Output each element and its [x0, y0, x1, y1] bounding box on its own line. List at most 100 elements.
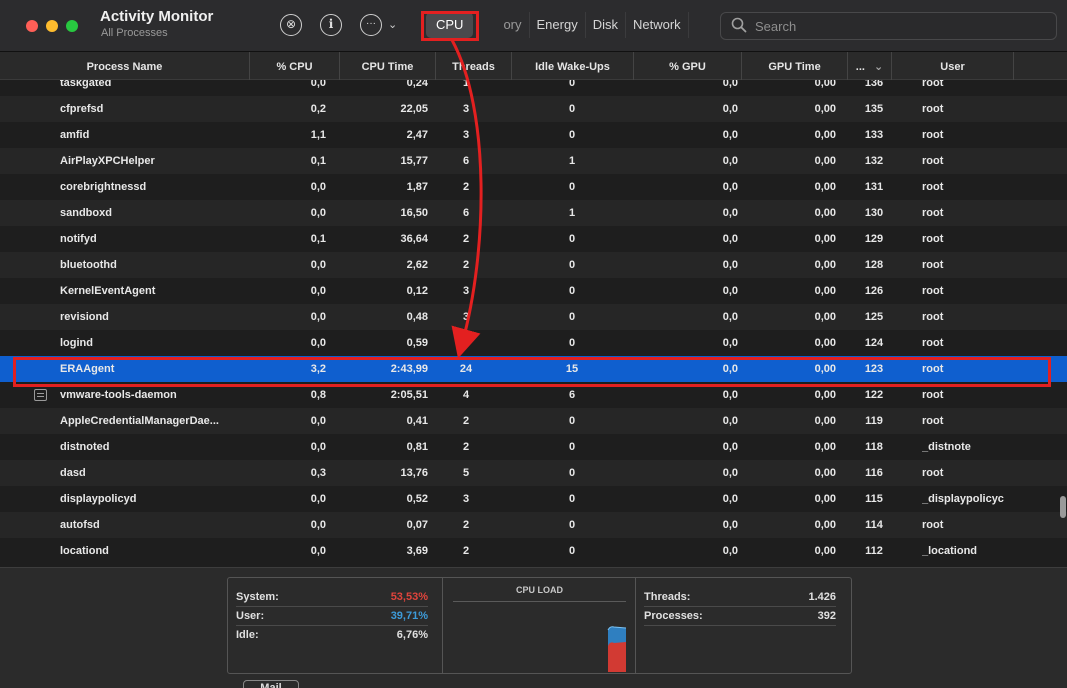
table-row[interactable]: taskgated 0,0 0,24 1 0 0,0 0,00 136 root [0, 80, 1067, 96]
process-name-cell: displaypolicyd [60, 493, 137, 505]
threads-cell: 2 [462, 233, 470, 245]
table-row[interactable]: bluetoothd 0,0 2,62 2 0 0,0 0,00 128 root [0, 252, 1067, 278]
scrollbar-thumb[interactable] [1060, 496, 1066, 518]
idle-wakeups-cell: 1 [568, 207, 576, 219]
idle-wakeups-cell: 0 [568, 129, 576, 141]
pid-cell: 125 [864, 311, 884, 323]
col-process-name[interactable]: Process Name [0, 52, 250, 80]
info-icon[interactable]: i [320, 14, 342, 36]
threads-label: Threads: [644, 591, 691, 603]
col-pid[interactable]: ... ⌄ [848, 52, 892, 80]
idle-wakeups-cell: 0 [568, 337, 576, 349]
col-cpu[interactable]: % CPU [250, 52, 340, 80]
gpu-percent-cell: 0,0 [722, 337, 738, 349]
mail-button[interactable]: Mail [243, 680, 299, 688]
col-gpu-time[interactable]: GPU Time [742, 52, 848, 80]
idle-label: Idle: [236, 629, 259, 641]
chevron-down-icon[interactable]: ⌄ [388, 14, 397, 36]
process-name-cell: notifyd [60, 233, 97, 245]
app-window-icon [34, 389, 47, 401]
process-table[interactable]: taskgated 0,0 0,24 1 0 0,0 0,00 136 root cfprefsd… [0, 80, 1067, 567]
table-row[interactable]: sandboxd 0,0 16,50 6 1 0,0 0,00 130 root [0, 200, 1067, 226]
user-cell: root [922, 519, 944, 531]
pid-cell: 124 [864, 337, 884, 349]
table-row[interactable]: logind 0,0 0,59 2 0 0,0 0,00 124 root [0, 330, 1067, 356]
cpu-percent-cell: 0,0 [310, 80, 326, 89]
search-icon [731, 17, 747, 33]
gpu-percent-cell: 0,0 [722, 129, 738, 141]
pid-cell: 133 [864, 129, 884, 141]
table-row[interactable]: KernelEventAgent 0,0 0,12 3 0 0,0 0,00 126 root [0, 278, 1067, 304]
cpu-time-cell: 3,69 [406, 545, 428, 557]
cpu-percent-cell: 0,0 [310, 545, 326, 557]
table-row[interactable]: AirPlayXPCHelper 0,1 15,77 6 1 0,0 0,00 132 root [0, 148, 1067, 174]
table-row[interactable]: amfid 1,1 2,47 3 0 0,0 0,00 133 root [0, 122, 1067, 148]
table-row[interactable]: corebrightnessd 0,0 1,87 2 0 0,0 0,00 131 root [0, 174, 1067, 200]
pid-cell: 115 [865, 493, 883, 505]
threads-cell: 2 [462, 519, 470, 531]
minimize-window-button[interactable] [46, 20, 58, 32]
cpu-summary-panel: System: 53,53% User: 39,71% Idle: 6,76% … [0, 567, 1067, 688]
more-actions-icon[interactable]: ··· [360, 14, 382, 36]
user-cell: root [922, 207, 944, 219]
cpu-time-cell: 36,64 [400, 233, 428, 245]
toolbar: Activity Monitor All Processes ⊗ i ··· ⌄… [0, 0, 1067, 52]
tab-network[interactable]: Network [626, 12, 689, 38]
table-row[interactable]: notifyd 0,1 36,64 2 0 0,0 0,00 129 root [0, 226, 1067, 252]
gpu-time-cell: 0,00 [814, 311, 836, 323]
idle-wakeups-cell: 0 [568, 493, 576, 505]
gpu-percent-cell: 0,0 [722, 415, 738, 427]
cpu-time-cell: 22,05 [400, 103, 428, 115]
table-row[interactable]: AppleCredentialManagerDae... 0,0 0,41 2 0 0,0… [0, 408, 1067, 434]
pid-cell: 116 [865, 467, 883, 479]
table-row[interactable]: displaypolicyd 0,0 0,52 3 0 0,0 0,00 115 _displa… [0, 486, 1067, 512]
gpu-time-cell: 0,00 [814, 80, 836, 89]
view-subtitle[interactable]: All Processes [101, 27, 168, 39]
close-window-button[interactable] [26, 20, 38, 32]
pid-cell: 135 [864, 103, 884, 115]
process-name-cell: amfid [60, 129, 90, 141]
tab-energy[interactable]: Energy [530, 12, 586, 38]
col-cpu-time[interactable]: CPU Time [340, 52, 436, 80]
process-name-cell: KernelEventAgent [60, 285, 156, 297]
gpu-percent-cell: 0,0 [722, 467, 738, 479]
col-gpu[interactable]: % GPU [634, 52, 742, 80]
cpu-percent-cell: 0,2 [310, 103, 326, 115]
pid-cell: 112 [865, 545, 883, 557]
stop-process-icon[interactable]: ⊗ [280, 14, 302, 36]
gpu-percent-cell: 0,0 [722, 441, 738, 453]
process-name-cell: bluetoothd [60, 259, 117, 271]
idle-wakeups-cell: 0 [568, 519, 576, 531]
cpu-percent-cell: 0,0 [310, 493, 326, 505]
user-row: User: 39,71% [236, 608, 428, 626]
gpu-time-cell: 0,00 [814, 415, 836, 427]
col-user[interactable]: User [892, 52, 1014, 80]
cpu-time-cell: 0,12 [406, 285, 428, 297]
zoom-window-button[interactable] [66, 20, 78, 32]
divider [453, 601, 626, 602]
col-idle-wake-ups[interactable]: Idle Wake-Ups [512, 52, 634, 80]
processes-label: Processes: [644, 610, 703, 622]
idle-row: Idle: 6,76% [236, 627, 428, 645]
table-row[interactable]: autofsd 0,0 0,07 2 0 0,0 0,00 114 root [0, 512, 1067, 538]
pid-cell: 136 [864, 80, 884, 89]
threads-cell: 2 [462, 181, 470, 193]
tab-memory[interactable]: ory [473, 12, 530, 38]
threads-cell: 3 [462, 493, 470, 505]
tab-disk[interactable]: Disk [586, 12, 626, 38]
gpu-percent-cell: 0,0 [722, 233, 738, 245]
search-field[interactable]: Search [720, 12, 1057, 40]
table-row[interactable]: locationd 0,0 3,69 2 0 0,0 0,00 112 _locationd [0, 538, 1067, 564]
threads-cell: 6 [462, 207, 470, 219]
cpu-percent-cell: 0,0 [310, 285, 326, 297]
table-row[interactable]: dasd 0,3 13,76 5 0 0,0 0,00 116 root [0, 460, 1067, 486]
cpu-time-cell: 0,41 [406, 415, 428, 427]
table-row[interactable]: distnoted 0,0 0,81 2 0 0,0 0,00 118 _distnote [0, 434, 1067, 460]
gpu-time-cell: 0,00 [814, 441, 836, 453]
process-name-cell: locationd [60, 545, 109, 557]
threads-cell: 5 [462, 467, 470, 479]
col-threads[interactable]: Threads [436, 52, 512, 80]
gpu-percent-cell: 0,0 [722, 311, 738, 323]
table-row[interactable]: revisiond 0,0 0,48 3 0 0,0 0,00 125 root [0, 304, 1067, 330]
table-row[interactable]: cfprefsd 0,2 22,05 3 0 0,0 0,00 135 root [0, 96, 1067, 122]
